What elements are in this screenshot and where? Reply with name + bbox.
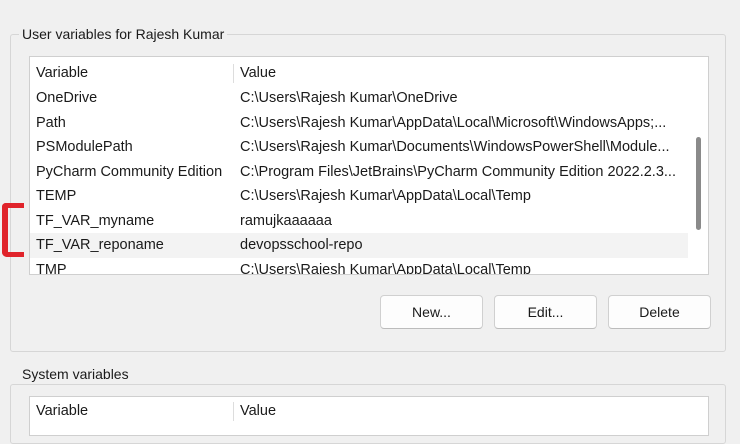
table-row[interactable]: TMP C:\Users\Rajesh Kumar\AppData\Local\… bbox=[30, 258, 688, 275]
list-header: Variable Value bbox=[30, 61, 688, 86]
column-header-value[interactable]: Value bbox=[240, 399, 686, 424]
column-separator[interactable] bbox=[233, 64, 234, 83]
table-row[interactable]: PSModulePath C:\Users\Rajesh Kumar\Docum… bbox=[30, 135, 688, 160]
variable-name: TEMP bbox=[36, 188, 77, 204]
edit-button[interactable]: Edit... bbox=[494, 295, 597, 329]
column-header-value[interactable]: Value bbox=[240, 61, 686, 86]
variable-value: C:\Users\Rajesh Kumar\AppData\Local\Temp bbox=[240, 188, 531, 204]
variable-value: C:\Program Files\JetBrains\PyCharm Commu… bbox=[240, 163, 676, 180]
table-row-selected[interactable]: TF_VAR_reponame devopsschool-repo bbox=[30, 233, 688, 258]
variable-name: PyCharm Community Edition bbox=[36, 163, 223, 180]
variable-value: C:\Users\Rajesh Kumar\AppData\Local\Micr… bbox=[240, 114, 667, 131]
new-button[interactable]: New... bbox=[380, 295, 483, 329]
list-header: Variable Value bbox=[30, 399, 688, 424]
table-row[interactable]: TEMP C:\Users\Rajesh Kumar\AppData\Local… bbox=[30, 184, 688, 209]
variable-value: devopsschool-repo bbox=[240, 237, 363, 253]
variable-name: TF_VAR_myname bbox=[36, 212, 155, 229]
delete-button[interactable]: Delete bbox=[608, 295, 711, 329]
variable-value: C:\Users\Rajesh Kumar\OneDrive bbox=[240, 90, 458, 106]
table-row[interactable]: TF_VAR_myname ramujkaaaaaa bbox=[30, 209, 688, 234]
scrollbar-thumb[interactable] bbox=[696, 137, 701, 230]
column-header-variable[interactable]: Variable bbox=[36, 399, 231, 424]
variable-name: OneDrive bbox=[36, 90, 98, 106]
column-separator[interactable] bbox=[233, 402, 234, 421]
system-variables-list[interactable]: Variable Value bbox=[29, 396, 709, 436]
variable-value: ramujkaaaaaa bbox=[240, 212, 332, 229]
variable-name: PSModulePath bbox=[36, 139, 133, 155]
column-header-variable[interactable]: Variable bbox=[36, 61, 231, 86]
table-row[interactable]: OneDrive C:\Users\Rajesh Kumar\OneDrive bbox=[30, 86, 688, 111]
variable-name: TF_VAR_reponame bbox=[36, 237, 164, 253]
user-variables-title: User variables for Rajesh Kumar bbox=[19, 26, 228, 42]
variable-name: Path bbox=[36, 114, 66, 131]
variable-value: C:\Users\Rajesh Kumar\AppData\Local\Temp bbox=[240, 261, 531, 275]
system-variables-title: System variables bbox=[19, 366, 132, 382]
table-row[interactable]: Path C:\Users\Rajesh Kumar\AppData\Local… bbox=[30, 111, 688, 136]
highlight-bracket-annotation bbox=[2, 203, 24, 257]
variable-value: C:\Users\Rajesh Kumar\Documents\WindowsP… bbox=[240, 139, 670, 155]
table-row[interactable]: PyCharm Community Edition C:\Program Fil… bbox=[30, 160, 688, 185]
vertical-scrollbar[interactable] bbox=[689, 57, 707, 274]
variable-name: TMP bbox=[36, 261, 67, 275]
user-variables-list[interactable]: Variable Value OneDrive C:\Users\Rajesh … bbox=[29, 56, 709, 275]
